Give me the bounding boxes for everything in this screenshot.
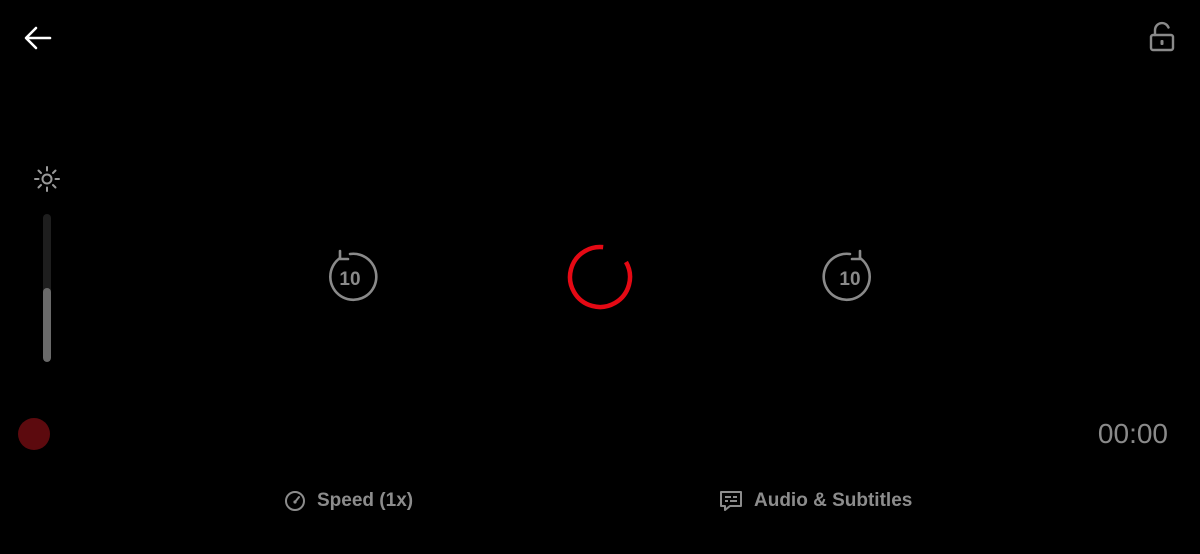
brightness-slider-fill xyxy=(43,288,51,362)
audio-subtitles-button[interactable]: Audio & Subtitles xyxy=(718,484,912,518)
forward-seconds-label: 10 xyxy=(839,269,860,290)
audio-subtitles-label: Audio & Subtitles xyxy=(754,490,913,511)
rewind-seconds-label: 10 xyxy=(339,269,360,290)
loading-spinner xyxy=(565,242,635,312)
sun-icon xyxy=(34,166,60,192)
video-player[interactable]: 10 10 00:00 Speed (1x) Audio & Subtitles xyxy=(0,0,1200,554)
brightness-control xyxy=(30,162,64,196)
speed-button[interactable]: Speed (1x) xyxy=(283,484,413,518)
lock-button[interactable] xyxy=(1143,18,1181,56)
back-button[interactable] xyxy=(18,20,58,56)
arrow-left-icon xyxy=(24,26,52,50)
speed-label: Speed (1x) xyxy=(317,490,414,511)
forward-10-icon: 10 xyxy=(822,249,871,302)
rewind-button[interactable]: 10 xyxy=(320,247,380,307)
unlock-icon xyxy=(1149,21,1175,52)
speedometer-icon xyxy=(285,491,305,511)
time-remaining: 00:00 xyxy=(1097,418,1168,449)
scrub-handle[interactable] xyxy=(18,418,50,450)
brightness-slider[interactable] xyxy=(43,214,51,362)
subtitles-icon xyxy=(720,491,742,511)
forward-button[interactable]: 10 xyxy=(820,247,880,307)
rewind-10-icon: 10 xyxy=(329,249,378,302)
